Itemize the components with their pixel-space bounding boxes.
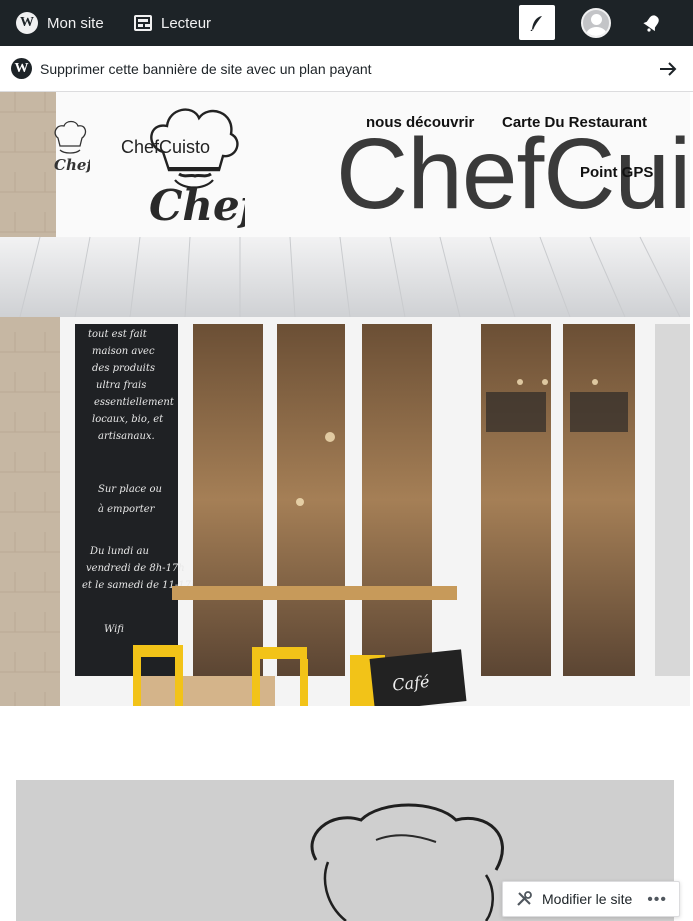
upgrade-banner[interactable]: W Supprimer cette bannière de site avec … [0,46,693,92]
svg-text:à emporter: à emporter [98,504,156,515]
write-button[interactable] [519,5,555,40]
svg-text:vendredi de 8h-17h: vendredi de 8h-17h [86,563,185,574]
svg-text:Sur place ou: Sur place ou [98,484,162,495]
arrow-right-icon[interactable] [657,58,679,80]
user-avatar[interactable] [581,8,611,38]
svg-text:maison avec: maison avec [92,346,155,357]
svg-text:Chef: Chef [54,156,90,174]
svg-text:artisanaux.: artisanaux. [98,431,155,442]
my-site-label: Mon site [47,14,104,32]
svg-text:Wifi: Wifi [104,624,124,635]
svg-text:ultra frais: ultra frais [96,380,146,391]
edit-site-button[interactable]: Modifier le site ••• [502,881,680,917]
svg-text:des produits: des produits [92,363,155,374]
svg-text:Chef: Chef [149,181,245,230]
notifications-button[interactable] [640,11,664,35]
my-site-button[interactable]: W Mon site [16,0,104,46]
nav-link-menu[interactable]: Carte Du Restaurant [502,114,647,131]
nav-link-gps[interactable]: Point GPS [580,164,653,181]
reader-icon [134,15,152,31]
svg-text:tout est fait: tout est fait [88,329,148,340]
banner-text: Supprimer cette bannière de site avec un… [40,60,372,77]
admin-bar: W Mon site Lecteur [0,0,693,46]
feather-icon [530,15,542,31]
edit-site-label: Modifier le site [542,891,633,907]
wordpress-logo-icon: W [11,58,32,79]
site-logo-small[interactable]: Chef [50,120,90,175]
bell-icon [643,15,659,32]
reader-label: Lecteur [161,14,212,32]
svg-text:Café: Café [391,672,430,695]
wordpress-logo-icon: W [16,12,38,34]
svg-text:essentiellement: essentiellement [94,397,175,408]
more-options-icon[interactable]: ••• [647,891,667,909]
site-logo-big[interactable]: Chef [135,100,245,230]
svg-text:locaux, bio, et: locaux, bio, et [92,414,164,425]
reader-button[interactable]: Lecteur [134,0,211,46]
hero-header: tout est fait maison avec des produits u… [0,92,690,706]
nav-link-about[interactable]: nous découvrir [366,114,474,131]
tools-icon [517,891,532,906]
svg-text:Du lundi au: Du lundi au [89,546,149,557]
